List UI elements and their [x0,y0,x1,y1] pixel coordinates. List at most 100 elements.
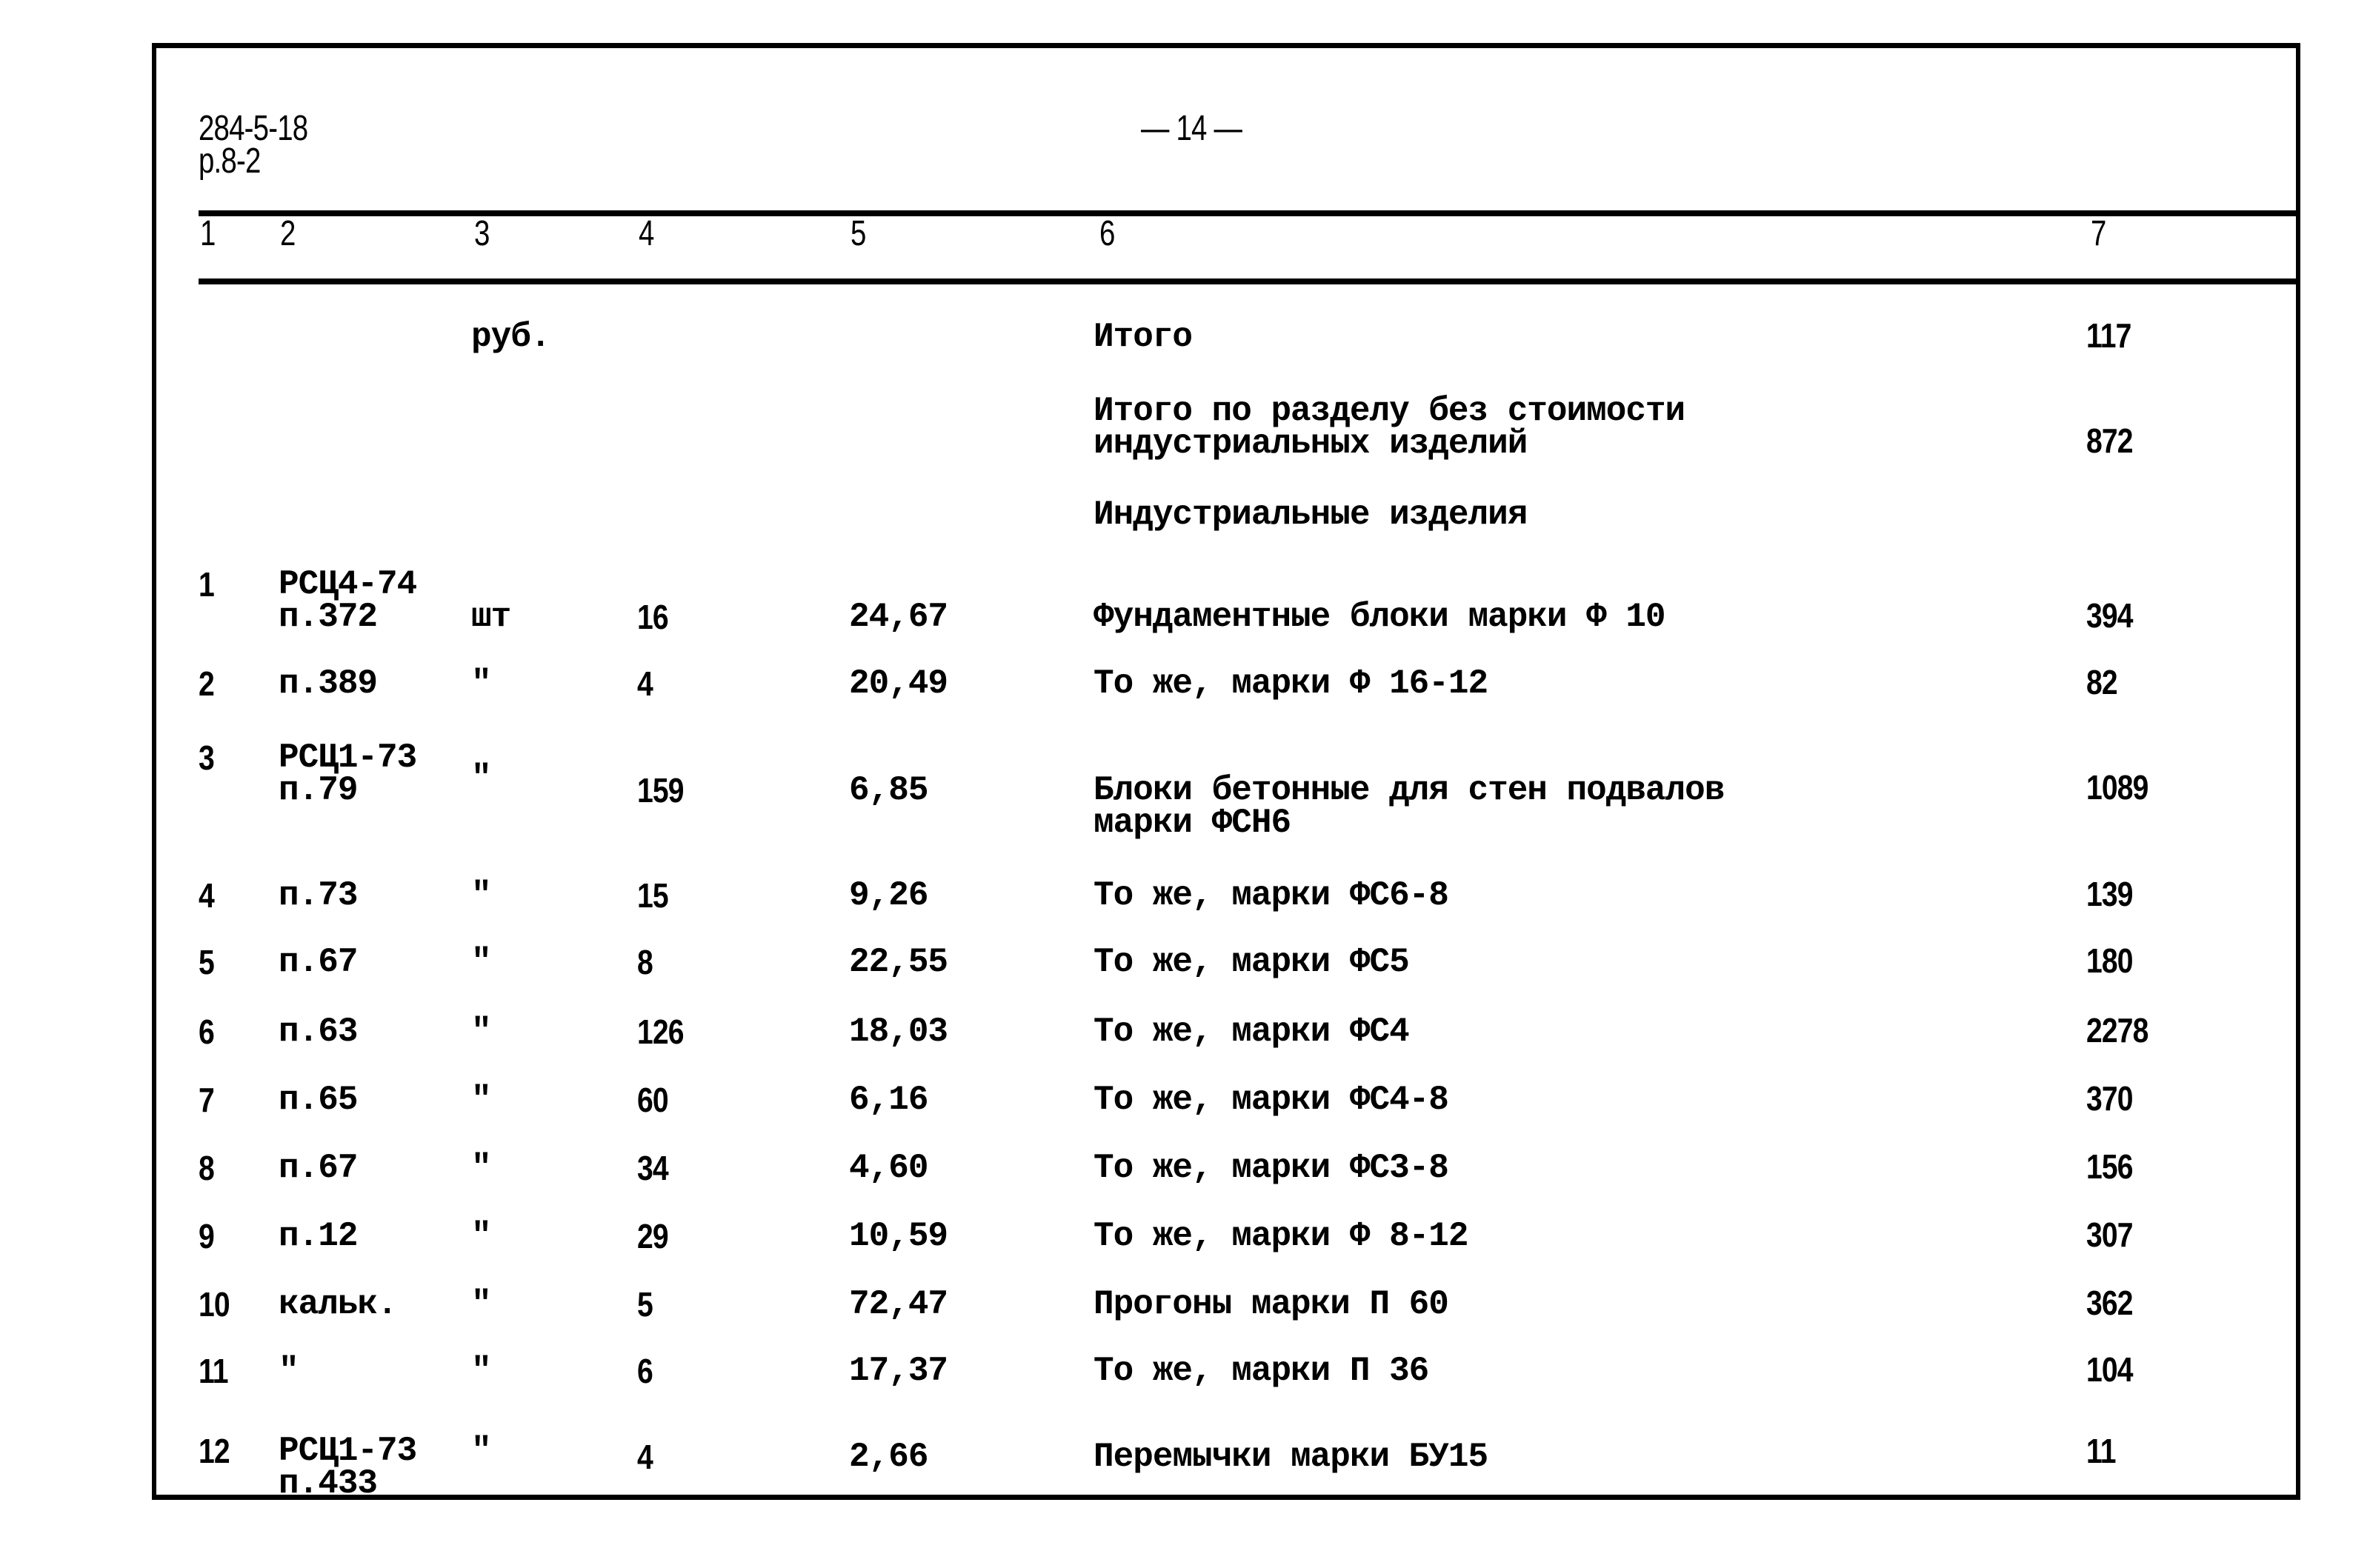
total-cost: 156 [2086,1147,2134,1186]
total-label: Итого [1094,318,1193,356]
description-line1: Фундаментные блоки марки Ф 10 [1094,598,1666,636]
description-line1: Перемычки марки БУ15 [1094,1438,1488,1476]
quantity: 4 [637,1438,653,1476]
unit-price: 6,16 [849,1081,928,1119]
unit-price: 9,26 [849,876,928,915]
quantity: 4 [637,664,653,703]
row-number: 4 [199,876,215,915]
row-number: 11 [199,1352,228,1390]
description-line1: Блоки бетонные для стен подвалов [1094,771,1725,810]
row-number: 7 [199,1081,215,1119]
column-number-1: 1 [200,214,216,253]
row-number: 9 [199,1217,215,1255]
unit-price: 10,59 [849,1217,948,1255]
currency-unit: руб. [471,318,550,356]
description-line2: марки ФСН6 [1094,804,1291,842]
unit: " [471,943,492,981]
total-cost: 307 [2086,1215,2134,1254]
unit: " [471,1217,492,1255]
description-line1: То же, марки ФС6-8 [1094,876,1449,915]
reference-line2: п.79 [279,771,358,810]
reference-line1: кальк. [279,1285,398,1324]
quantity: 29 [637,1217,669,1255]
unit: шт [471,598,511,636]
reference-line1: РСЦ1-73 [279,1432,417,1470]
row-number: 1 [199,565,215,604]
quantity: 34 [637,1149,669,1187]
row-number: 5 [199,943,215,981]
reference-line1: п.67 [279,943,358,981]
unit: " [471,1432,492,1470]
section-total-label-line2: индустриальных изделий [1094,424,1528,463]
total-value: 117 [2086,316,2131,355]
unit: " [471,1149,492,1187]
section-total-value: 872 [2086,421,2134,460]
row-number: 12 [199,1432,230,1470]
section-total-label-line1: Итого по разделу без стоимости [1094,392,1685,430]
quantity: 16 [637,598,669,636]
page-number: — 14 — [1141,109,1242,148]
total-cost: 370 [2086,1079,2134,1118]
unit: " [471,759,492,798]
unit-price: 72,47 [849,1285,948,1324]
description-line1: То же, марки Ф 16-12 [1094,664,1488,703]
reference-line1: п.63 [279,1012,358,1051]
quantity: 159 [637,771,685,810]
unit: " [471,1081,492,1119]
quantity: 5 [637,1285,653,1324]
total-cost: 82 [2086,663,2118,701]
reference-line2: п.372 [279,598,378,636]
total-cost: 362 [2086,1284,2134,1322]
row-number: 8 [199,1149,215,1187]
total-cost: 180 [2086,941,2134,980]
unit-price: 18,03 [849,1012,948,1051]
description-line1: То же, марки ФС4-8 [1094,1081,1449,1119]
reference-line1: п.12 [279,1217,358,1255]
quantity: 60 [637,1081,669,1119]
total-cost: 2278 [2086,1011,2148,1050]
description-line1: То же, марки ФС5 [1094,943,1410,981]
unit-price: 24,67 [849,598,948,636]
column-number-3: 3 [474,214,490,253]
unit: " [471,1012,492,1051]
unit-price: 17,37 [849,1352,948,1390]
total-cost: 1089 [2086,768,2148,807]
table-header-bottom-rule [199,278,2297,284]
total-cost: 139 [2086,875,2134,913]
table-header-top-rule [199,210,2297,216]
quantity: 8 [637,943,653,981]
unit: " [471,1352,492,1390]
reference-line1: РСЦ1-73 [279,738,417,777]
total-cost: 394 [2086,596,2134,635]
column-number-2: 2 [280,214,296,253]
reference-line1: п.73 [279,876,358,915]
industrial-heading: Индустриальные изделия [1094,496,1528,534]
column-number-7: 7 [2091,214,2106,253]
reference-line1: п.389 [279,664,378,703]
reference-line1: " [279,1352,299,1390]
description-line1: Прогоны марки П 60 [1094,1285,1449,1324]
unit: " [471,1285,492,1324]
quantity: 6 [637,1352,653,1390]
description-line1: То же, марки П 36 [1094,1352,1429,1390]
reference-line1: п.67 [279,1149,358,1187]
reference-line2: п.433 [279,1464,378,1503]
row-number: 2 [199,664,215,703]
reference-line1: п.65 [279,1081,358,1119]
row-number: 10 [199,1285,230,1324]
row-number: 3 [199,738,215,777]
unit-price: 4,60 [849,1149,928,1187]
unit-price: 20,49 [849,664,948,703]
row-number: 6 [199,1012,215,1051]
column-number-6: 6 [1099,214,1115,253]
column-number-4: 4 [639,214,654,253]
description-line1: То же, марки ФС4 [1094,1012,1410,1051]
quantity: 15 [637,876,669,915]
total-cost: 104 [2086,1350,2134,1389]
description-line1: То же, марки Ф 8-12 [1094,1217,1468,1255]
column-number-5: 5 [851,214,866,253]
unit-price: 2,66 [849,1438,928,1476]
quantity: 126 [637,1012,685,1051]
unit-price: 22,55 [849,943,948,981]
reference-line1: РСЦ4-74 [279,565,417,604]
